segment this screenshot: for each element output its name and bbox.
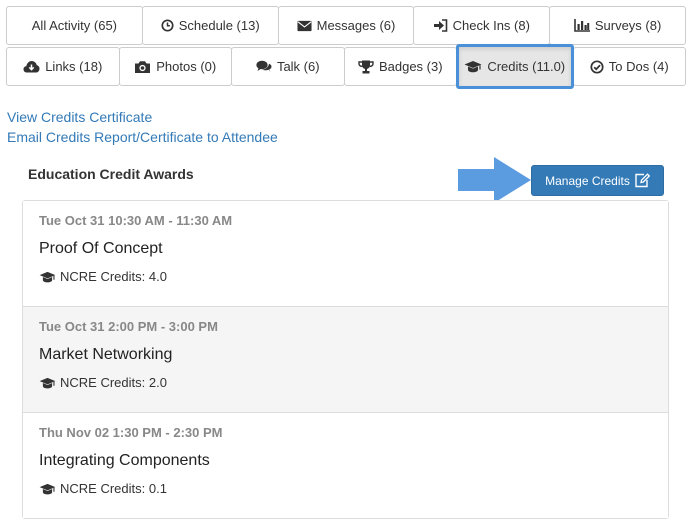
section-title: Education Credit Awards <box>28 166 194 182</box>
edit-icon <box>634 173 650 188</box>
camera-icon <box>134 60 151 74</box>
tab-row-1: All Activity (65) Schedule (13) Messages… <box>6 6 686 45</box>
tab-row-2: Links (18) Photos (0) Talk (6) Badges (3… <box>6 44 686 89</box>
award-time: Thu Nov 02 1:30 PM - 2:30 PM <box>39 425 223 440</box>
tab-label: Surveys (8) <box>594 18 662 33</box>
award-session-name: Proof Of Concept <box>39 240 163 257</box>
manage-credits-button[interactable]: Manage Credits <box>531 165 664 196</box>
graduation-cap-icon <box>39 271 56 283</box>
cloud-download-icon <box>23 60 40 73</box>
tab-label: Photos (0) <box>156 59 217 74</box>
tab-messages[interactable]: Messages (6) <box>277 6 415 45</box>
list-item: Tue Oct 31 2:00 PM - 3:00 PM Market Netw… <box>23 306 668 412</box>
tab-label: To Dos (4) <box>608 59 669 74</box>
tab-label: Check Ins (8) <box>452 18 530 33</box>
credit-links: View Credits Certificate Email Credits R… <box>7 107 278 147</box>
tab-check-ins[interactable]: Check Ins (8) <box>413 6 551 45</box>
graduation-cap-icon <box>39 377 56 389</box>
tab-label: All Activity (65) <box>31 18 118 33</box>
tab-label: Talk (6) <box>276 59 320 74</box>
tab-label: Schedule (13) <box>178 18 260 33</box>
award-credit: NCRE Credits: 2.0 <box>39 375 167 390</box>
tab-label: Messages (6) <box>316 18 396 33</box>
tab-photos[interactable]: Photos (0) <box>118 47 232 86</box>
bar-chart-icon <box>574 19 590 32</box>
award-credit-value: NCRE Credits: 2.0 <box>60 375 167 390</box>
email-credits-report-link[interactable]: Email Credits Report/Certificate to Atte… <box>7 127 278 147</box>
arrow-right-icon <box>458 157 531 203</box>
tab-label: Badges (3) <box>378 59 443 74</box>
award-credit: NCRE Credits: 0.1 <box>39 481 167 496</box>
award-time: Tue Oct 31 10:30 AM - 11:30 AM <box>39 213 233 228</box>
list-item: Thu Nov 02 1:30 PM - 2:30 PM Integrating… <box>23 412 668 518</box>
tab-credits[interactable]: Credits (11.0) <box>456 44 574 89</box>
envelope-icon <box>297 20 312 32</box>
list-item: Tue Oct 31 10:30 AM - 11:30 AM Proof Of … <box>23 201 668 306</box>
tab-label: Links (18) <box>45 59 103 74</box>
activity-tabs: All Activity (65) Schedule (13) Messages… <box>6 6 686 89</box>
tab-talk[interactable]: Talk (6) <box>231 47 345 86</box>
graduation-cap-icon <box>39 483 56 495</box>
award-session-name: Integrating Components <box>39 452 210 469</box>
manage-credits-label: Manage Credits <box>545 173 630 188</box>
tab-label: Credits (11.0) <box>487 59 566 74</box>
award-credit-value: NCRE Credits: 4.0 <box>60 269 167 284</box>
tab-surveys[interactable]: Surveys (8) <box>549 6 686 45</box>
tab-links[interactable]: Links (18) <box>6 47 120 86</box>
trophy-icon <box>358 60 374 74</box>
check-circle-icon <box>590 59 604 74</box>
tab-all-activity[interactable]: All Activity (65) <box>6 6 143 45</box>
tab-to-dos[interactable]: To Dos (4) <box>572 47 686 86</box>
tab-schedule[interactable]: Schedule (13) <box>141 6 279 45</box>
clock-icon <box>161 19 174 32</box>
award-credit: NCRE Credits: 4.0 <box>39 269 167 284</box>
tab-badges[interactable]: Badges (3) <box>343 47 457 86</box>
credit-awards-list: Tue Oct 31 10:30 AM - 11:30 AM Proof Of … <box>22 200 669 519</box>
award-time: Tue Oct 31 2:00 PM - 3:00 PM <box>39 319 218 334</box>
sign-in-icon <box>433 19 448 32</box>
view-credits-certificate-link[interactable]: View Credits Certificate <box>7 107 278 127</box>
award-credit-value: NCRE Credits: 0.1 <box>60 481 167 496</box>
award-session-name: Market Networking <box>39 346 173 363</box>
graduation-cap-icon <box>464 60 482 73</box>
comments-icon <box>256 60 272 73</box>
